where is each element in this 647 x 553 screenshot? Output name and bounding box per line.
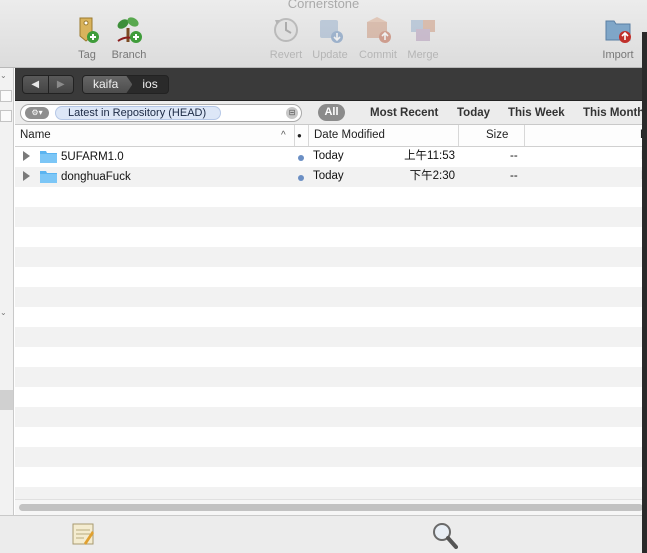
file-size: -- <box>510 170 518 182</box>
import-button[interactable]: Import <box>588 14 647 61</box>
empty-row <box>15 407 647 427</box>
empty-row <box>15 487 647 499</box>
breadcrumb-item[interactable]: kaifa <box>83 76 133 93</box>
folder-icon <box>40 151 57 163</box>
merge-button[interactable]: Merge <box>393 14 453 61</box>
empty-row <box>15 467 647 487</box>
sidebar-menu-icon[interactable]: ⌄ <box>0 71 7 80</box>
navigation-bar: ◀ ▶ kaifa ios <box>15 68 647 101</box>
status-dot <box>298 175 304 181</box>
sidebar-control[interactable] <box>0 110 12 122</box>
disclosure-triangle-icon[interactable] <box>23 171 30 181</box>
empty-row <box>15 367 647 387</box>
size-column-header[interactable]: Size <box>459 125 525 146</box>
size-column-label: Size <box>486 129 509 141</box>
update-icon <box>315 14 345 44</box>
date-modified: Today <box>313 150 344 162</box>
table-row[interactable]: donghuaFuck Today 下午2:30 -- F <box>15 167 647 187</box>
left-sidebar-edge: ⌄ ⌄ <box>0 68 14 515</box>
branch-button[interactable]: Branch <box>99 14 159 61</box>
forward-button[interactable]: ▶ <box>47 76 74 93</box>
sort-ascending-icon: ^ <box>281 130 286 141</box>
empty-row <box>15 307 647 327</box>
folder-icon <box>40 171 57 183</box>
empty-row <box>15 227 647 247</box>
horizontal-scrollbar[interactable] <box>15 499 647 515</box>
tag-icon <box>72 14 102 44</box>
date-modified-column-header[interactable]: Date Modified <box>309 125 459 146</box>
magnifier-icon[interactable] <box>430 521 458 549</box>
breadcrumb-item[interactable]: ios <box>132 76 167 93</box>
status-column-label: ● <box>297 131 302 140</box>
scope-today-button[interactable]: Today <box>457 104 490 122</box>
filter-bar: ⚙▾ Latest in Repository (HEAD) ⊟ All Mos… <box>15 101 647 125</box>
branch-icon <box>114 14 144 44</box>
gear-icon[interactable]: ⚙▾ <box>25 107 49 119</box>
clear-icon[interactable]: ⊟ <box>286 107 298 119</box>
column-header: Name ^ ● Date Modified Size K <box>15 125 647 147</box>
empty-row <box>15 327 647 347</box>
disclosure-triangle-icon[interactable] <box>23 151 30 161</box>
log-notepad-icon[interactable] <box>70 521 96 547</box>
toolbar: Cornerstone Tag Branch Revert Update Com… <box>0 0 647 68</box>
overlapping-window-edge <box>642 32 647 553</box>
merge-icon <box>408 14 438 44</box>
status-dot <box>298 155 304 161</box>
time-modified: 下午2:30 <box>409 170 455 182</box>
back-button[interactable]: ◀ <box>23 76 48 93</box>
empty-row <box>15 427 647 447</box>
merge-label: Merge <box>407 49 439 61</box>
revert-icon <box>271 14 301 44</box>
breadcrumb: kaifa ios <box>82 75 169 94</box>
revision-field[interactable]: ⚙▾ Latest in Repository (HEAD) ⊟ <box>20 104 302 122</box>
file-size: -- <box>510 150 518 162</box>
branch-label: Branch <box>111 49 147 61</box>
sidebar-selection <box>0 390 13 410</box>
import-label: Import <box>602 49 634 61</box>
scope-this-week-button[interactable]: This Week <box>508 104 565 122</box>
empty-row <box>15 247 647 267</box>
sidebar-control[interactable] <box>0 90 12 102</box>
bottom-bar <box>0 515 647 553</box>
empty-row <box>15 347 647 367</box>
sidebar-menu-icon[interactable]: ⌄ <box>0 308 7 317</box>
empty-row <box>15 207 647 227</box>
empty-row <box>15 387 647 407</box>
history-buttons: ◀ ▶ <box>22 75 74 94</box>
scope-this-month-button[interactable]: This Month <box>583 104 644 122</box>
empty-row <box>15 267 647 287</box>
date-modified: Today <box>313 170 344 182</box>
commit-icon <box>363 14 393 44</box>
scrollbar-thumb[interactable] <box>19 504 643 511</box>
kind-column-header[interactable]: K <box>525 125 647 146</box>
cornerstone-window: Cornerstone Tag Branch Revert Update Com… <box>0 0 647 553</box>
table-row[interactable]: 5UFARM1.0 Today 上午11:53 -- F <box>15 147 647 167</box>
file-name: 5UFARM1.0 <box>61 151 124 163</box>
scope-most-recent-button[interactable]: Most Recent <box>370 104 438 122</box>
window-title: Cornerstone <box>287 0 360 11</box>
file-list: 5UFARM1.0 Today 上午11:53 -- F donghuaFuck… <box>15 147 647 499</box>
time-modified: 上午11:53 <box>404 150 455 162</box>
revision-token[interactable]: Latest in Repository (HEAD) <box>55 106 222 120</box>
empty-row <box>15 287 647 307</box>
name-column-label: Name <box>20 129 51 141</box>
import-icon <box>603 14 633 44</box>
status-column-header[interactable]: ● <box>295 125 309 146</box>
name-column-header[interactable]: Name <box>15 125 295 146</box>
file-name: donghuaFuck <box>61 171 131 183</box>
scope-all-button[interactable]: All <box>318 104 345 121</box>
empty-row <box>15 447 647 467</box>
date-modified-column-label: Date Modified <box>314 129 385 141</box>
empty-row <box>15 187 647 207</box>
